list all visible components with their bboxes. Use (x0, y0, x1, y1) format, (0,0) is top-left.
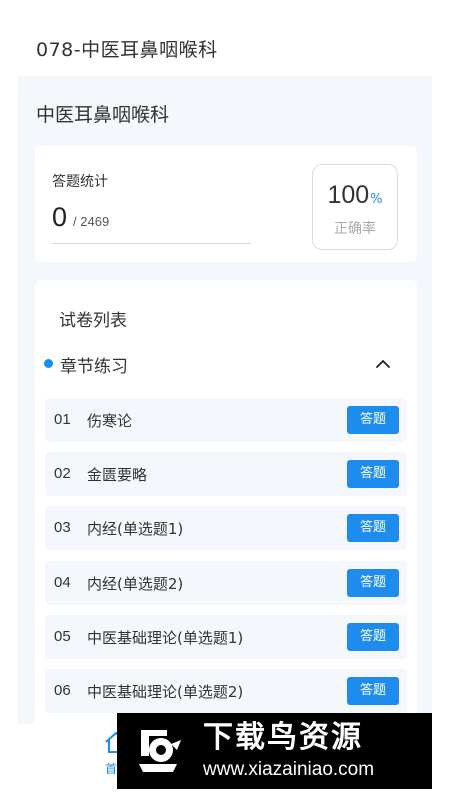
paper-name: 内经(单选题1) (87, 520, 184, 538)
answer-button[interactable]: 答题 (347, 623, 399, 651)
answer-button[interactable]: 答题 (347, 677, 399, 705)
paper-name: 内经(单选题2) (87, 575, 184, 593)
paper-list-title: 试卷列表 (59, 311, 127, 331)
answer-button[interactable]: 答题 (347, 406, 399, 434)
app-screen: 078-中医耳鼻咽喉科 中医耳鼻咽喉科 答题统计 0 / 2469 100% 正… (18, 20, 432, 800)
accuracy-box: 100% 正确率 (312, 164, 398, 250)
watermark-text: 下载鸟资源 www.xiazainiao.com (203, 719, 374, 783)
page-title: 078-中医耳鼻咽喉科 (36, 38, 218, 61)
chapter-dot (44, 359, 53, 368)
chapter-label: 章节练习 (60, 357, 128, 377)
paper-number: 03 (54, 519, 71, 536)
paper-item[interactable]: 01 伤寒论 答题 (45, 398, 407, 442)
answered-count: 0 (52, 202, 68, 232)
accuracy-value: 100 (327, 181, 370, 209)
paper-number: 02 (54, 465, 71, 482)
accuracy-unit: % (370, 192, 383, 207)
answer-button[interactable]: 答题 (347, 569, 399, 597)
answer-button[interactable]: 答题 (347, 514, 399, 542)
paper-number: 06 (54, 682, 71, 699)
paper-item[interactable]: 06 中医基础理论(单选题2) 答题 (45, 669, 407, 713)
nav-home-label: 首 (105, 762, 118, 776)
chapter-header[interactable]: 章节练习 (35, 346, 417, 382)
paper-number: 01 (54, 411, 71, 428)
paper-name: 中医基础理论(单选题1) (87, 629, 244, 647)
watermark-banner: 下载鸟资源 www.xiazainiao.com (117, 713, 432, 789)
answer-button[interactable]: 答题 (347, 460, 399, 488)
paper-number: 04 (54, 574, 71, 591)
accuracy-label: 正确率 (334, 221, 376, 237)
paper-list-card: 试卷列表 章节练习 01 伤寒论 答题 02 金匮要略 答题 03 内经(单选题… (35, 280, 417, 740)
stats-label: 答题统计 (52, 174, 108, 190)
bird-logo-icon (127, 720, 189, 782)
chevron-up-icon[interactable] (371, 352, 395, 376)
paper-number: 05 (54, 628, 71, 645)
paper-item[interactable]: 02 金匮要略 答题 (45, 452, 407, 496)
top-bar: 078-中医耳鼻咽喉科 (18, 20, 432, 76)
paper-name: 金匮要略 (87, 466, 148, 484)
accuracy-value-row: 100% (313, 181, 397, 210)
paper-name: 伤寒论 (87, 412, 133, 430)
watermark-url: www.xiazainiao.com (203, 759, 375, 780)
paper-name: 中医基础理论(单选题2) (87, 683, 244, 701)
paper-item[interactable]: 04 内经(单选题2) 答题 (45, 561, 407, 605)
total-count: / 2469 (73, 214, 110, 229)
paper-item[interactable]: 05 中医基础理论(单选题1) 答题 (45, 615, 407, 659)
paper-item[interactable]: 03 内经(单选题1) 答题 (45, 506, 407, 550)
stats-card: 答题统计 0 / 2469 100% 正确率 (35, 146, 417, 262)
subject-title: 中医耳鼻咽喉科 (36, 104, 170, 126)
stats-count-row: 0 / 2469 (52, 202, 251, 244)
watermark-title: 下载鸟资源 (203, 720, 363, 755)
